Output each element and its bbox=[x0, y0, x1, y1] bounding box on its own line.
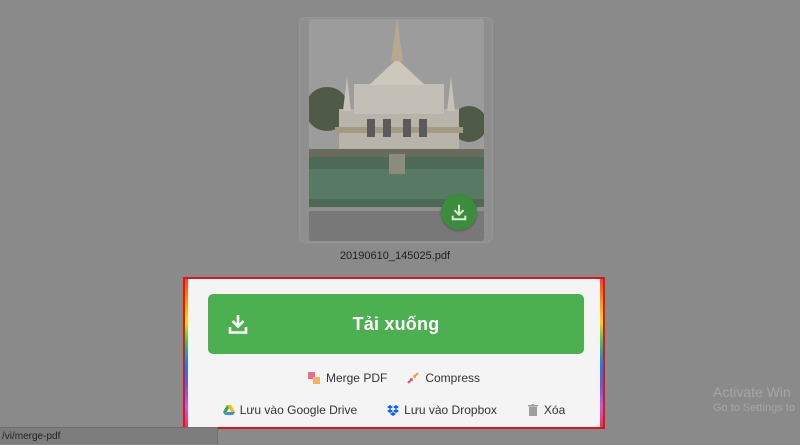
save-google-drive-link[interactable]: Lưu vào Google Drive bbox=[222, 403, 358, 417]
windows-activation-watermark: Activate Win Go to Settings to bbox=[713, 384, 795, 414]
status-bar-url: /vi/merge-pdf bbox=[0, 427, 218, 444]
tool-links: Merge PDF Compress bbox=[185, 371, 603, 385]
merge-pdf-link[interactable]: Merge PDF bbox=[307, 371, 388, 385]
google-drive-icon bbox=[222, 405, 235, 415]
download-icon bbox=[228, 315, 248, 334]
download-icon bbox=[451, 204, 467, 221]
file-name: 20190610_145025.pdf bbox=[339, 250, 451, 262]
compress-label: Compress bbox=[425, 371, 481, 385]
trash-icon bbox=[527, 404, 538, 416]
thumbnail-download-button[interactable] bbox=[441, 194, 477, 230]
watermark-title: Activate Win bbox=[713, 384, 791, 400]
google-drive-label: Lưu vào Google Drive bbox=[239, 403, 358, 417]
merge-pdf-icon bbox=[307, 372, 320, 384]
dropbox-icon bbox=[387, 405, 400, 416]
delete-label: Xóa bbox=[543, 403, 566, 417]
download-button[interactable]: Tải xuống bbox=[208, 294, 584, 354]
dropbox-label: Lưu vào Dropbox bbox=[404, 403, 497, 417]
download-button-label: Tải xuống bbox=[352, 313, 440, 334]
action-panel: Tải xuống Merge PDF Compress Lưu vào Goo… bbox=[183, 277, 605, 429]
delete-link[interactable]: Xóa bbox=[527, 403, 565, 417]
compress-link[interactable]: Compress bbox=[407, 371, 480, 385]
share-links: Lưu vào Google Drive Lưu vào Dropbox Xóa bbox=[185, 403, 603, 417]
watermark-subtitle: Go to Settings to bbox=[713, 402, 795, 414]
merge-pdf-label: Merge PDF bbox=[325, 371, 388, 385]
compress-icon bbox=[407, 372, 420, 384]
save-dropbox-link[interactable]: Lưu vào Dropbox bbox=[387, 403, 497, 417]
